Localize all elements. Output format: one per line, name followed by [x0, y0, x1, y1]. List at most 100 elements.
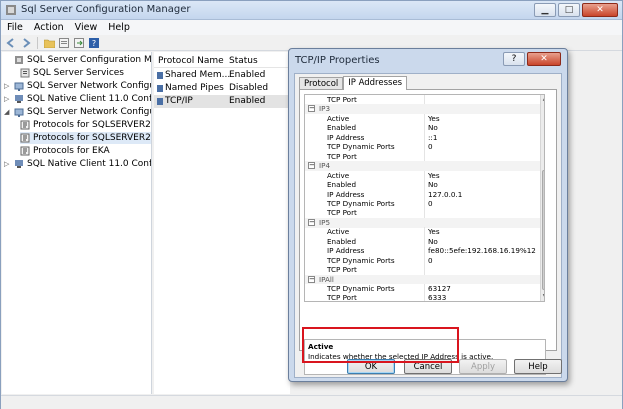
grid-property-value[interactable]: No — [428, 237, 438, 247]
tree-item-network-config[interactable]: ◢ SQL Server Network Configuratic — [4, 106, 151, 118]
grid-property-row[interactable]: IP Address fe80::5efe:192.168.16.19%12 — [305, 246, 544, 257]
tree-item-services[interactable]: SQL Server Services — [10, 67, 124, 79]
collapse-box-icon[interactable]: − — [308, 275, 315, 283]
grid-scrollbar[interactable]: ▲ ▼ — [540, 95, 544, 301]
grid-property-row[interactable]: Enabled No — [305, 236, 544, 247]
grid-category-row[interactable]: − IP4 — [305, 161, 544, 171]
menu-help[interactable]: Help — [108, 22, 130, 33]
grid-property-value[interactable]: ::1 — [428, 133, 437, 143]
protocol-item-icon — [157, 85, 163, 92]
grid-property-name: TCP Port — [327, 208, 357, 218]
tree-item-protocols-eka[interactable]: Protocols for EKA — [20, 145, 110, 157]
title-bar[interactable]: Sql Server Configuration Manager ▁ □ ✕ — [1, 1, 622, 20]
tab-strip: Protocol IP Addresses — [299, 76, 408, 90]
list-row-tcp-ip[interactable]: TCP/IP Enabled — [154, 95, 290, 108]
menu-file[interactable]: File — [7, 22, 23, 33]
collapse-arrow-icon[interactable]: ◢ — [4, 108, 11, 116]
cancel-button[interactable]: Cancel — [404, 359, 452, 374]
grid-category-label: IPAll — [319, 274, 334, 284]
menu-view[interactable]: View — [75, 22, 98, 33]
forward-button[interactable] — [20, 37, 32, 49]
menu-action[interactable]: Action — [34, 22, 64, 33]
tree-item-network-config-32[interactable]: ▷ SQL Server Network Configuratic — [4, 80, 151, 92]
network-icon — [14, 82, 24, 91]
grid-property-row[interactable]: IP Address::1 — [305, 132, 544, 143]
dialog-help-button[interactable]: ? — [503, 52, 525, 66]
tree-item-label: SQL Server Configuration Manager — [27, 55, 152, 65]
grid-property-row[interactable]: TCP Dynamic Ports 0 — [305, 198, 544, 209]
tree-item-label: Protocols for SQLSERVER2012 — [33, 133, 151, 143]
tab-ip-addresses[interactable]: IP Addresses — [343, 76, 408, 90]
expand-arrow-icon[interactable]: ▷ — [4, 82, 11, 90]
export-button[interactable] — [73, 37, 85, 49]
up-folder-button[interactable] — [43, 37, 55, 49]
grid-category-row[interactable]: − IP3 — [305, 104, 544, 115]
tree-item-native-client-32[interactable]: ▷ SQL Native Client 11.0 Configura — [4, 93, 151, 105]
grid-property-value[interactable]: 127.0.0.1 — [428, 190, 462, 200]
maximize-button[interactable]: □ — [558, 3, 580, 17]
grid-property-row[interactable]: TCP Port — [305, 265, 544, 276]
tree-item-protocols-sqlserver2012[interactable]: Protocols for SQLSERVER2012 — [20, 132, 151, 144]
help-button[interactable]: ? — [88, 37, 100, 49]
back-button[interactable] — [5, 37, 17, 49]
scroll-down-icon[interactable]: ▼ — [541, 293, 544, 301]
protocol-name: TCP/IP — [165, 96, 193, 106]
grid-property-row[interactable]: TCP Port — [305, 151, 544, 162]
column-header-protocol-name[interactable]: Protocol Name — [158, 56, 224, 66]
close-button[interactable]: ✕ — [582, 3, 618, 17]
scroll-up-icon[interactable]: ▲ — [541, 95, 544, 103]
grid-property-row[interactable]: Active Yes — [305, 227, 544, 238]
list-row-shared-memory[interactable]: Shared Mem... Enabled — [154, 69, 290, 82]
status-bar — [1, 395, 622, 409]
list-row-named-pipes[interactable]: Named Pipes Disabled — [154, 82, 290, 95]
dialog-close-button[interactable]: ✕ — [527, 52, 561, 66]
grid-property-value[interactable]: No — [428, 123, 438, 133]
tree-item-config-manager[interactable]: SQL Server Configuration Manager — [4, 54, 152, 66]
grid-property-value[interactable]: 63127 — [428, 284, 451, 294]
help-button-dialog[interactable]: Help — [514, 359, 562, 374]
grid-property-row[interactable]: TCP Port — [305, 208, 544, 219]
grid-property-row[interactable]: TCP Port — [305, 95, 544, 105]
grid-property-value[interactable]: fe80::5efe:192.168.16.19%12 — [428, 246, 536, 256]
apply-button[interactable]: Apply — [459, 359, 507, 374]
grid-property-row[interactable]: TCP Dynamic Ports 63127 — [305, 284, 544, 294]
grid-property-row[interactable]: IP Address 127.0.0.1 — [305, 189, 544, 200]
grid-property-value[interactable]: 6333 — [428, 293, 446, 301]
maximize-icon: □ — [564, 5, 574, 15]
grid-property-value[interactable]: Yes — [428, 114, 440, 124]
ok-button[interactable]: OK — [347, 359, 395, 374]
grid-property-name: Enabled — [327, 123, 357, 133]
minimize-button[interactable]: ▁ — [534, 3, 556, 17]
grid-property-row[interactable]: TCP Dynamic Ports 0 — [305, 142, 544, 153]
collapse-box-icon[interactable]: − — [308, 162, 315, 170]
grid-property-value[interactable]: Yes — [428, 227, 440, 237]
forward-arrow-icon — [23, 37, 31, 48]
tree-item-native-client[interactable]: ▷ SQL Native Client 11.0 Configura — [4, 158, 151, 170]
menu-bar: File Action View Help — [1, 20, 622, 35]
column-header-status[interactable]: Status — [229, 56, 258, 66]
grid-property-row[interactable]: Enabled No — [305, 180, 544, 191]
list-header: Protocol Name Status — [154, 54, 290, 68]
grid-property-row[interactable]: TCP Dynamic Ports 0 — [305, 255, 544, 266]
grid-property-row[interactable]: Active Yes — [305, 113, 544, 124]
grid-property-name: TCP Port — [327, 95, 357, 104]
tree-item-protocols-sqlserver2014[interactable]: Protocols for SQLSERVER2014 — [20, 119, 151, 131]
grid-property-value[interactable]: Yes — [428, 171, 440, 181]
expand-arrow-icon[interactable]: ▷ — [4, 160, 11, 168]
collapse-box-icon[interactable]: − — [308, 218, 315, 226]
grid-property-value[interactable]: No — [428, 180, 438, 190]
protocol-status: Enabled — [229, 96, 266, 106]
grid-property-value[interactable]: 0 — [428, 256, 433, 266]
scrollbar-thumb[interactable] — [542, 170, 544, 290]
expand-arrow-icon[interactable]: ▷ — [4, 95, 11, 103]
collapse-box-icon[interactable]: − — [308, 105, 315, 113]
grid-property-value[interactable]: 0 — [428, 142, 433, 152]
grid-property-row[interactable]: TCP Port 6333 — [305, 293, 544, 301]
grid-category-row[interactable]: − IP5 — [305, 217, 544, 228]
grid-property-row[interactable]: Enabled No — [305, 123, 544, 134]
grid-category-row[interactable]: − IPAll — [305, 274, 544, 285]
property-grid[interactable]: TCP Port − IP3 Active Yes Enabled No IP Address… — [304, 94, 545, 302]
grid-property-row[interactable]: Active Yes — [305, 170, 544, 181]
grid-property-value[interactable]: 0 — [428, 199, 433, 209]
show-hide-button[interactable] — [58, 37, 70, 49]
